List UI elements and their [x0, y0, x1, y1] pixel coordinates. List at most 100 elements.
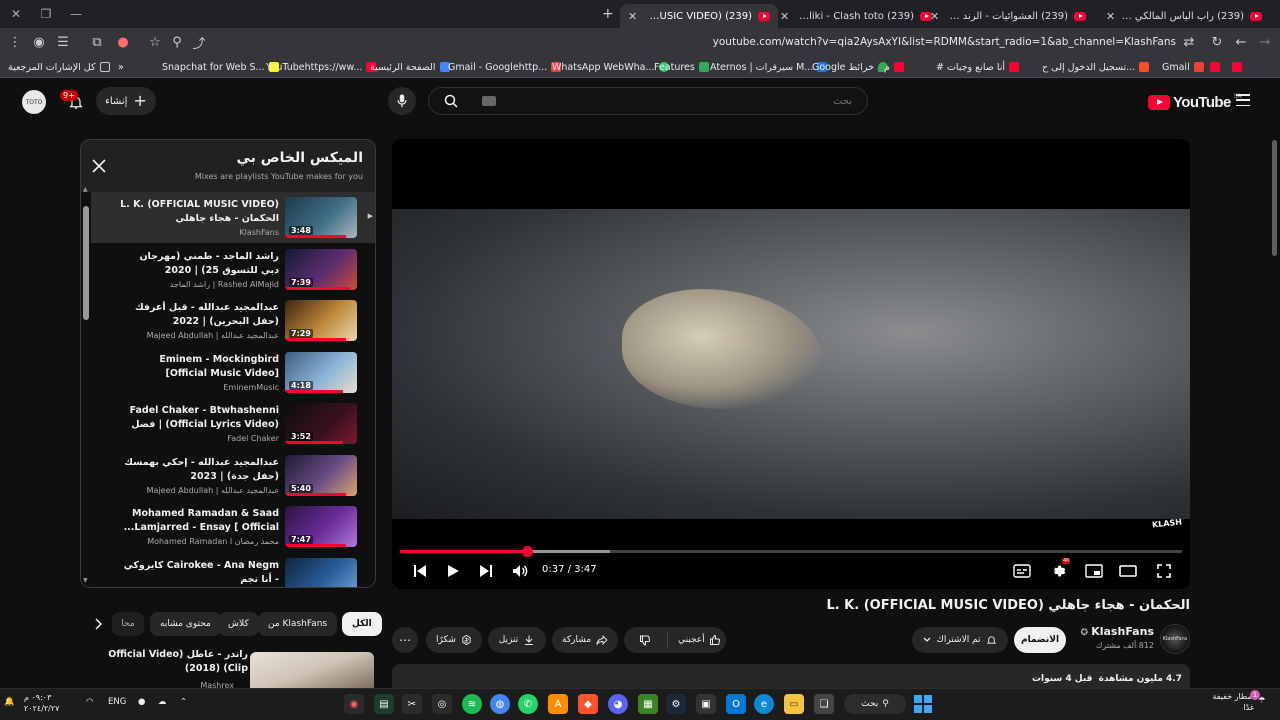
mix-item-thumbnail[interactable]: 3:52 — [285, 403, 357, 444]
browser-tab-3[interactable]: ✕ (239) Ilyas El Maliki - Clash toto — [772, 4, 940, 28]
outlook-icon[interactable]: O — [726, 694, 746, 714]
discord-icon[interactable]: ◕ — [608, 694, 628, 714]
account-avatar[interactable]: TOTO — [22, 90, 46, 114]
bookmark-youtube-3[interactable] — [1210, 58, 1220, 76]
join-button[interactable]: الانضمام — [1014, 627, 1066, 653]
reading-list-icon[interactable]: ☰ — [52, 31, 74, 53]
next-button[interactable] — [472, 560, 500, 582]
profile-icon[interactable]: ◉ — [28, 31, 50, 53]
browser-tab-active[interactable]: ✕ (239) L. K. (OFFICIAL MUSIC VIDEO) — [620, 4, 778, 28]
bookmark-gmail[interactable]: Gmail - Googlehttp... — [448, 58, 562, 76]
forward-icon[interactable]: → — [1254, 31, 1276, 53]
bookmark-features[interactable]: Features — [654, 58, 709, 76]
bookmark-maps[interactable]: Google خرائط — [812, 58, 888, 76]
window-restore-control[interactable]: ❐ — [30, 0, 62, 28]
guide-menu-icon[interactable] — [1236, 94, 1250, 106]
mix-item[interactable]: 7:29 عبدالمجيد عبدالله - قبل أعرفك (حفل ا… — [91, 295, 375, 346]
mix-item[interactable]: 3:52 Fadel Chaker - Btwhashenni (Official… — [91, 398, 375, 449]
scroll-up-icon[interactable]: ▲ — [83, 186, 88, 193]
microphone-tray-icon[interactable]: ● — [138, 697, 145, 707]
mix-item[interactable]: 4:18 Eminem - Mockingbird [Official Music… — [91, 347, 375, 398]
windows-start-icon[interactable] — [914, 695, 932, 713]
menu-dots-icon[interactable]: ⋮ — [4, 31, 26, 53]
tab-close-icon[interactable]: ✕ — [780, 10, 789, 23]
mute-button[interactable] — [506, 560, 534, 582]
browser-tab-1[interactable]: ✕ (239) راب الياس المالكي - YouTube — [1098, 4, 1270, 28]
bookmark-gmail-2[interactable]: Gmail — [1162, 58, 1204, 76]
channel-watermark[interactable]: KLASH — [1152, 517, 1183, 529]
all-bookmarks-link[interactable]: كل الإشارات المرجعية — [8, 58, 110, 76]
play-button[interactable] — [439, 560, 467, 582]
bookmark-star-icon[interactable]: ☆ — [144, 31, 166, 53]
channel-name[interactable]: ✪ KlashFans — [1080, 625, 1154, 638]
bookmark-home[interactable]: الصفحة الرئيسية — [370, 58, 450, 76]
page-scrollbar-thumb[interactable] — [1272, 140, 1277, 256]
chip-klash[interactable]: كلاش — [218, 612, 259, 636]
task-view-icon[interactable]: ❏ — [814, 694, 834, 714]
bookmark-aternos[interactable]: Aternos | سيرفرات M... — [710, 58, 828, 76]
spotify-icon[interactable]: ≋ — [462, 694, 482, 714]
weather-icon[interactable]: ☂ — [1258, 696, 1266, 706]
bookmark-whatsapp[interactable]: WhatsApp WebWha... — [552, 58, 669, 76]
back-icon[interactable]: ← — [1230, 31, 1252, 53]
app-icon-a[interactable]: A — [548, 694, 568, 714]
mix-item[interactable]: 7:47 Mohamed Ramadan & Saad Lamjarred - E… — [91, 501, 375, 552]
notification-center-icon[interactable]: 🔔 — [4, 697, 15, 707]
mix-item-thumbnail[interactable]: 4:18 — [285, 352, 357, 393]
zoom-icon[interactable]: ⚲ — [166, 31, 188, 53]
scroll-down-icon[interactable]: ▼ — [83, 577, 88, 584]
window-close-control[interactable]: ✕ — [0, 0, 32, 28]
subscribed-button[interactable]: تم الاشتراك — [912, 627, 1008, 653]
address-bar[interactable]: youtube.com/watch?v=qia2AysAxYI&list=RDM… — [700, 31, 1180, 53]
mix-item[interactable]: 5:40 عبدالمجيد عبدالله - إحكي بهمسك (حفل … — [91, 450, 375, 501]
bookmark-snapchat[interactable]: Snapchat for Web S... — [162, 58, 279, 76]
tab-close-icon[interactable]: ✕ — [1106, 10, 1115, 23]
app-icon-obs[interactable]: ◎ — [432, 694, 452, 714]
edge-icon[interactable]: e — [754, 694, 774, 714]
chip-similar[interactable]: محتوى مشابه — [150, 612, 221, 636]
mix-item[interactable]: 3:58Cairokee - Ana Negm كايروكي - أنا نج… — [91, 553, 375, 587]
chip-all[interactable]: الكل — [342, 612, 382, 636]
extension-badge-icon[interactable]: ● — [112, 31, 134, 53]
app-icon-capcut[interactable]: ✂ — [402, 694, 422, 714]
mix-item[interactable]: 7:39 راشد الماجد - طمني (مهرجان دبي للتسو… — [91, 244, 375, 295]
file-explorer-icon[interactable]: ▭ — [784, 694, 804, 714]
site-settings-icon[interactable]: ⇄ — [1178, 31, 1200, 53]
bookmarks-overflow-button[interactable]: » — [118, 58, 124, 76]
mix-item[interactable]: ▶ 3:48 L. K. (OFFICIAL MUSIC VIDEO) الحكما… — [91, 192, 375, 243]
bookmark-youtube[interactable]: YouTubehttps://ww... — [266, 58, 377, 76]
browser-tab-2[interactable]: ✕ (239) العشوائيات - الرند والبونق — [922, 4, 1094, 28]
reload-icon[interactable]: ↻ — [1206, 31, 1228, 53]
window-minimize-control[interactable]: — — [60, 0, 92, 28]
subtitles-button[interactable] — [1008, 560, 1036, 582]
extensions-icon[interactable]: ⧉ — [86, 31, 108, 53]
mix-item-thumbnail[interactable]: 7:47 — [285, 506, 357, 547]
steam-icon[interactable]: ⚙ — [666, 694, 686, 714]
progress-scrubber-handle[interactable] — [522, 546, 534, 557]
app-icon-recorder[interactable]: ◉ — [344, 694, 364, 714]
next-video-title[interactable]: راندر - عاطل (Official Video Clip) (2018… — [100, 648, 248, 676]
brave-icon[interactable]: ◆ — [578, 694, 598, 714]
tray-overflow-icon[interactable]: ⌃ — [180, 697, 187, 707]
theater-mode-button[interactable] — [1114, 560, 1142, 582]
fullscreen-button[interactable] — [1150, 560, 1178, 582]
mix-scrollbar-thumb[interactable] — [83, 206, 89, 320]
video-player[interactable]: KLASH 0:37 / 3:47 4K — [392, 139, 1190, 589]
bookmark-login[interactable]: تسجيل الدخول إلى ح... — [1042, 58, 1150, 76]
mix-item-thumbnail[interactable]: 7:39 — [285, 249, 357, 290]
mix-item-thumbnail[interactable]: 7:29 — [285, 300, 357, 341]
youtube-logo[interactable]: YouTube SA — [1148, 92, 1242, 112]
mix-item-thumbnail[interactable]: 5:40 — [285, 455, 357, 496]
mix-item-thumbnail[interactable]: 3:58 — [285, 558, 357, 587]
voice-search-button[interactable] — [388, 87, 416, 115]
chip-partial[interactable]: محا — [112, 612, 144, 636]
like-button[interactable]: أعجبني — [673, 634, 726, 646]
miniplayer-button[interactable] — [1080, 560, 1108, 582]
store-icon[interactable]: ▣ — [696, 694, 716, 714]
keyboard-icon[interactable] — [482, 96, 496, 106]
channel-avatar[interactable]: KlashFans — [1160, 624, 1190, 654]
new-tab-button[interactable]: + — [602, 6, 614, 22]
app-icon-terminal[interactable]: ▤ — [374, 694, 394, 714]
thanks-button[interactable]: شكرًا — [426, 627, 482, 653]
tab-close-icon[interactable]: ✕ — [628, 10, 637, 23]
